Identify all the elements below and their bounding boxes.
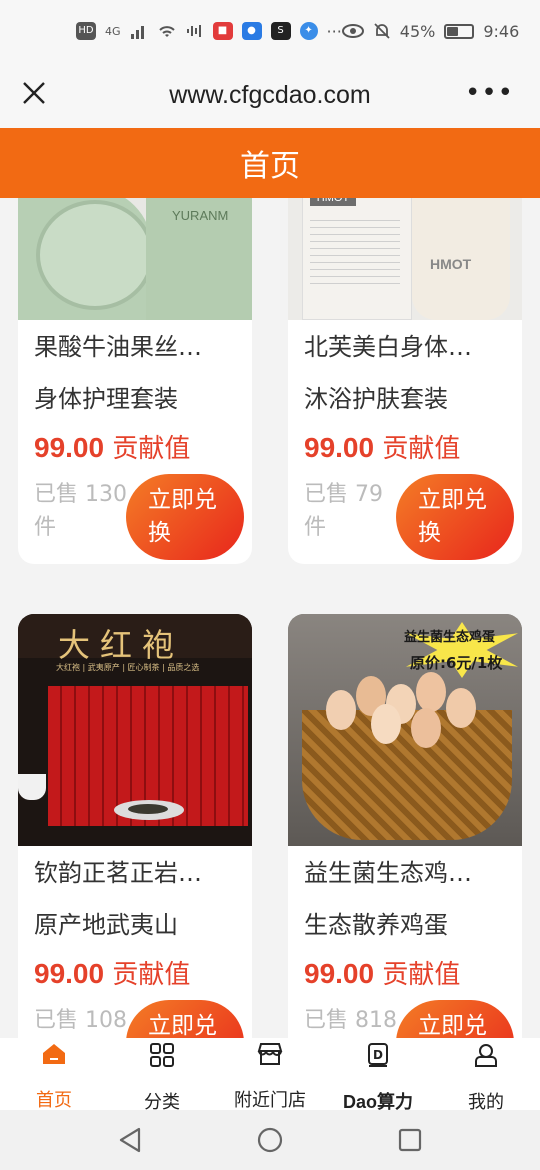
sold-count: 已售 130件: [34, 482, 127, 540]
product-image-brand: HMOT: [310, 198, 356, 206]
hd-indicator: HD: [76, 22, 96, 40]
product-grid: YURANM 果酸牛油果丝… 身体护理套装 99.00 贡献值 已售 130件 …: [0, 198, 540, 1038]
signal-label: 4G: [105, 24, 121, 38]
product-image[interactable]: YURANM: [18, 198, 252, 320]
price-value: 99.00: [34, 432, 105, 463]
product-name: 钦韵正茗正岩…: [34, 859, 202, 887]
browser-toolbar: www.cfgcdao.com •••: [0, 62, 540, 128]
price-unit: 贡献值: [112, 960, 191, 990]
page-header: 首页: [0, 128, 540, 198]
tab-category[interactable]: 分类: [108, 1038, 216, 1113]
category-grid-icon: [148, 1042, 176, 1068]
redeem-button[interactable]: 立即兑换: [396, 474, 514, 560]
system-navigation-bar: [0, 1110, 540, 1170]
more-icon[interactable]: •••: [465, 78, 514, 108]
product-price: 99.00 贡献值: [18, 424, 252, 472]
product-image-title: 益生菌生态鸡蛋: [404, 630, 496, 645]
product-image-title: 大红袍: [58, 626, 185, 664]
app-notify-icon-4: ✦: [299, 22, 318, 40]
page-title: 首页: [240, 149, 300, 184]
back-icon[interactable]: [117, 1126, 143, 1154]
wifi-icon: [158, 26, 175, 37]
product-card[interactable]: HMOT HMOT 北芙美白身体… 沐浴护肤套装 99.00 贡献值 已售 79…: [288, 198, 522, 564]
app-notify-icon-3: S: [270, 22, 291, 40]
product-price: 99.00 贡献值: [18, 950, 252, 998]
home-circle-icon[interactable]: [256, 1126, 284, 1154]
signal-icon: [130, 26, 144, 39]
product-image-brand-2: HMOT: [430, 256, 472, 272]
svg-text:D: D: [373, 1048, 383, 1062]
product-image[interactable]: 益生菌生态鸡蛋 原价:6元/1枚: [288, 614, 522, 846]
price-value: 99.00: [304, 958, 375, 989]
tab-home[interactable]: 首页: [0, 1038, 108, 1111]
product-image-subtitle: 原价:6元/1枚: [410, 654, 503, 672]
product-name: 果酸牛油果丝…: [34, 333, 202, 361]
bottom-tab-bar: 首页 分类 附近门店 D Dao算力 我的: [0, 1038, 540, 1113]
tab-nearby-stores[interactable]: 附近门店: [216, 1038, 324, 1111]
tab-dao[interactable]: D Dao算力: [324, 1038, 432, 1112]
status-left: HD 4G ■ ● S ✦ ···: [76, 22, 342, 41]
url-text: www.cfgcdao.com: [169, 80, 371, 109]
store-icon: [256, 1042, 284, 1066]
tab-profile[interactable]: 我的: [432, 1038, 540, 1113]
app-notify-icon-1: ■: [212, 22, 233, 40]
product-card[interactable]: 益生菌生态鸡蛋 原价:6元/1枚 益生菌生态鸡… 生态散养鸡蛋 99.00 贡献…: [288, 614, 522, 1038]
product-name: 北芙美白身体…: [304, 333, 472, 361]
audio-wave-icon: [186, 25, 201, 37]
price-value: 99.00: [34, 958, 105, 989]
product-subtitle: 原产地武夷山: [34, 911, 178, 939]
tab-label: 附近门店: [234, 1090, 306, 1111]
status-right: 45% 9:46: [341, 21, 520, 41]
product-image-subtitle: 大红袍 | 武夷原产 | 匠心制茶 | 品质之选: [56, 663, 200, 672]
product-price: 99.00 贡献值: [288, 950, 522, 998]
product-card[interactable]: YURANM 果酸牛油果丝… 身体护理套装 99.00 贡献值 已售 130件 …: [18, 198, 252, 564]
more-notifications-icon: ···: [326, 21, 342, 41]
product-image[interactable]: HMOT HMOT: [288, 198, 522, 320]
product-price: 99.00 贡献值: [288, 424, 522, 472]
recents-icon[interactable]: [397, 1127, 423, 1153]
profile-icon: [472, 1042, 500, 1068]
price-unit: 贡献值: [382, 434, 461, 464]
battery-percent: 45%: [399, 21, 436, 41]
product-image[interactable]: 大红袍 大红袍 | 武夷原产 | 匠心制茶 | 品质之选: [18, 614, 252, 846]
home-icon: [40, 1042, 68, 1066]
product-subtitle: 身体护理套装: [34, 385, 178, 413]
redeem-button[interactable]: 立即兑换: [126, 474, 244, 560]
product-name: 益生菌生态鸡…: [304, 859, 472, 887]
price-value: 99.00: [304, 432, 375, 463]
eye-icon: [341, 24, 364, 38]
clock: 9:46: [483, 21, 520, 41]
mute-bell-icon: [374, 23, 390, 39]
dao-icon: D: [364, 1042, 392, 1068]
price-unit: 贡献值: [112, 434, 191, 464]
product-card[interactable]: 大红袍 大红袍 | 武夷原产 | 匠心制茶 | 品质之选 钦韵正茗正岩… 原产地…: [18, 614, 252, 1038]
sold-count: 已售 79件: [304, 482, 383, 540]
tab-label: 首页: [36, 1090, 72, 1111]
product-image-brand: YURANM: [172, 208, 229, 223]
product-subtitle: 沐浴护肤套装: [304, 385, 448, 413]
product-subtitle: 生态散养鸡蛋: [304, 911, 448, 939]
app-notify-icon-2: ●: [241, 22, 262, 40]
battery-icon: [444, 23, 475, 39]
price-unit: 贡献值: [382, 960, 461, 990]
status-bar: HD 4G ■ ● S ✦ ··· 45% 9:46: [0, 0, 540, 62]
